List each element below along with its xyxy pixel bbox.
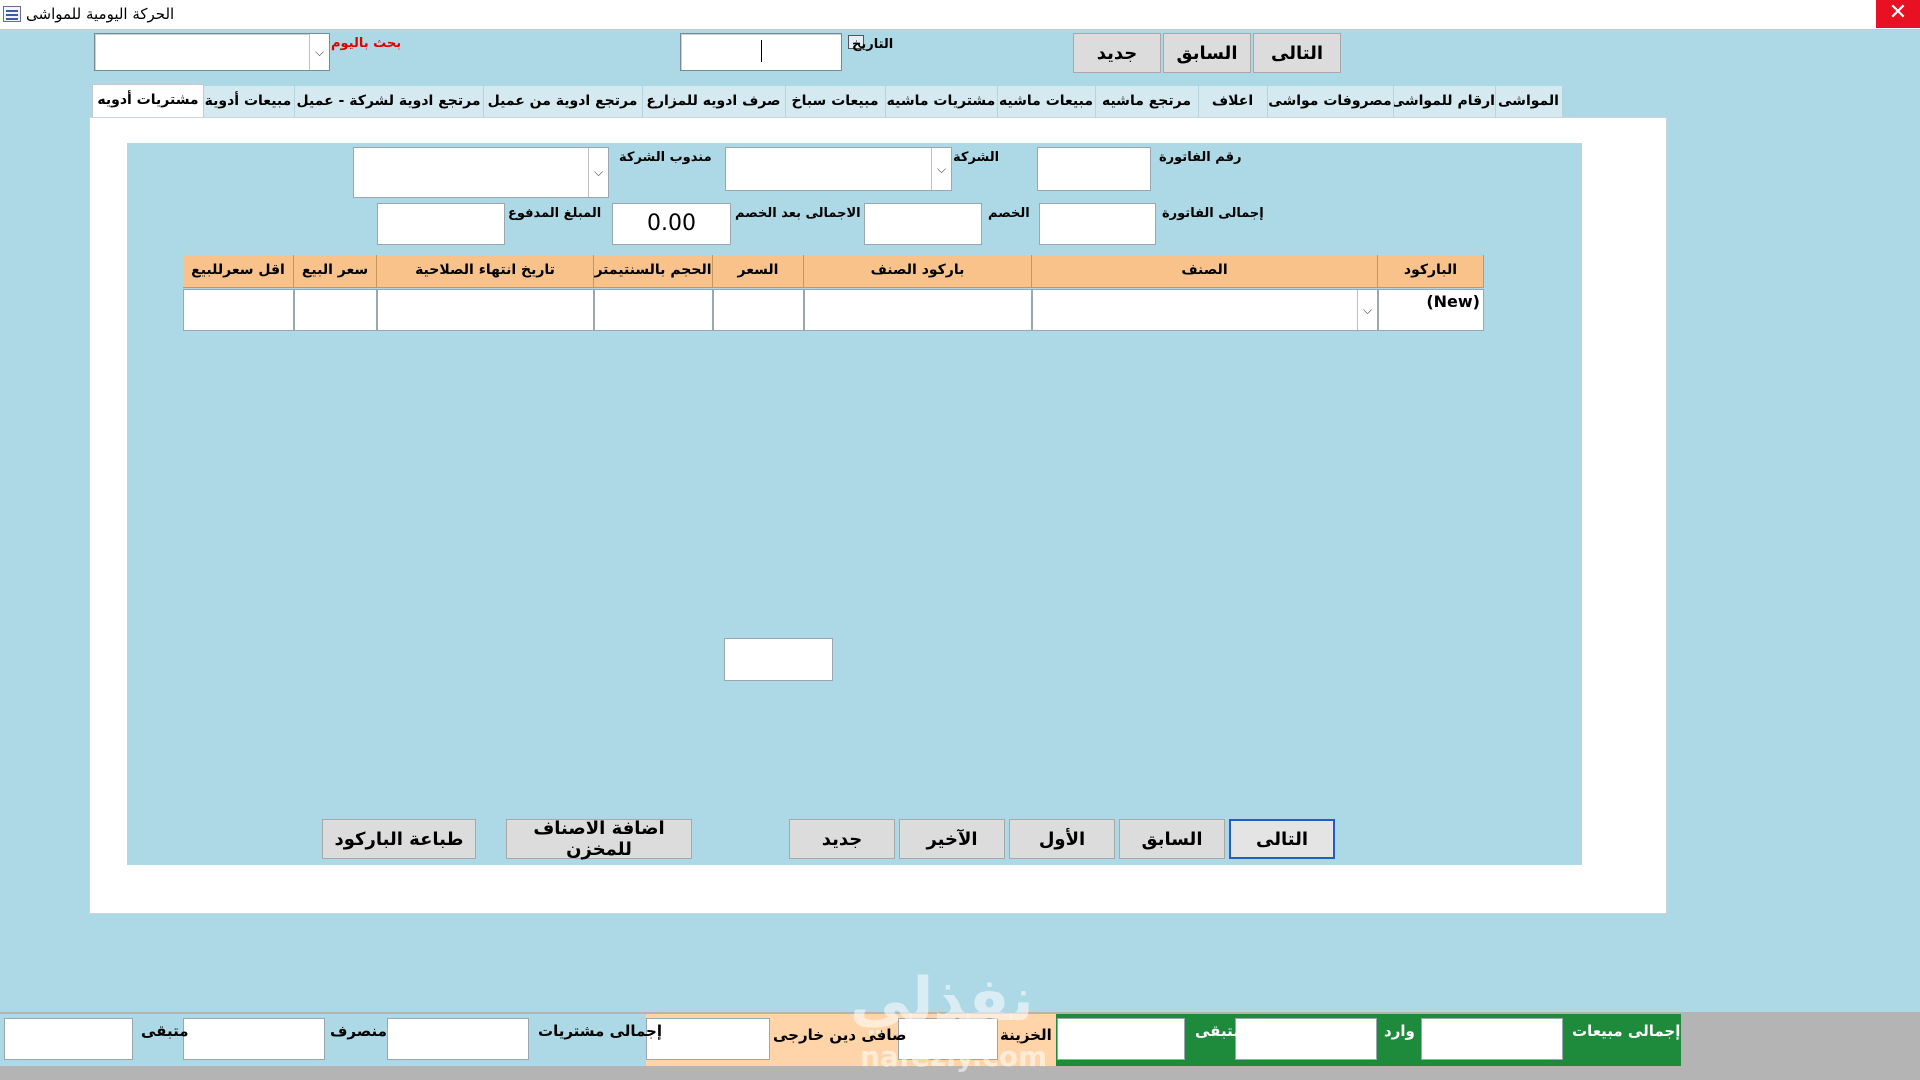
grid-col-item[interactable]: الصنف <box>1032 255 1378 288</box>
total-after-discount-field[interactable]: 0.00 <box>612 203 731 245</box>
total-sales-label: إجمالى مبيعات <box>1572 1022 1681 1040</box>
window-title: الحركة اليومية للمواشى <box>26 5 175 23</box>
chevron-down-icon[interactable]: ⌵ <box>931 148 951 190</box>
new-record-button[interactable]: جديد <box>789 819 895 859</box>
grid-col-size-cm[interactable]: الحجم بالسنتيمتر <box>594 255 713 288</box>
close-button[interactable]: ✕ <box>1876 0 1920 28</box>
tab-livestock[interactable]: المواشى <box>1495 86 1563 118</box>
external-debt-field[interactable] <box>646 1018 770 1060</box>
spent-field[interactable] <box>183 1018 325 1060</box>
grid-cell-item-barcode[interactable] <box>804 289 1032 331</box>
extra-text-box[interactable] <box>724 638 833 681</box>
company-rep-combo[interactable]: ⌵ <box>353 147 609 198</box>
header-new-button[interactable]: جديد <box>1073 33 1161 73</box>
total-after-discount-label: الاجمالى بعد الخصم <box>735 206 861 221</box>
grid-col-sale-price[interactable]: سعر البيع <box>294 255 377 288</box>
company-label: الشركة <box>953 150 1000 165</box>
total-purchases-label: إجمالى مشتريات <box>538 1022 663 1040</box>
text-cursor <box>761 40 762 62</box>
tab-livestock-sales[interactable]: مبيعات ماشيه <box>997 86 1096 118</box>
grid-col-item-barcode[interactable]: باركود الصنف <box>804 255 1032 288</box>
grid-cell-item[interactable]: ⌵ <box>1032 289 1378 331</box>
watermark-url: nafezly.com <box>860 1040 1048 1073</box>
search-day-combo[interactable]: ⌵ <box>94 33 330 71</box>
green-remaining-label: متبقى <box>1195 1022 1243 1040</box>
new-row-indicator[interactable]: (New) <box>1378 289 1484 331</box>
paid-amount-field[interactable] <box>377 203 505 245</box>
next-record-button[interactable]: التالى <box>1229 819 1335 859</box>
company-combo[interactable]: ⌵ <box>725 147 952 191</box>
grid-new-row: (New) ⌵ <box>183 289 1484 331</box>
incoming-field[interactable] <box>1235 1018 1377 1060</box>
tab-medicine-purchases[interactable]: مشتريات أدويه <box>92 84 204 119</box>
invoice-number-label: رقم الفاتورة <box>1159 150 1242 165</box>
paid-amount-label: المبلغ المدفوع <box>508 206 602 221</box>
total-sales-field[interactable] <box>1421 1018 1563 1060</box>
grid-col-barcode[interactable]: الباركود <box>1378 255 1484 288</box>
print-barcode-button[interactable]: طباعة الباركود <box>322 819 476 859</box>
tab-customer-medicine-returns[interactable]: مرتجع ادوية من عميل <box>483 86 643 118</box>
form-icon <box>3 6 21 22</box>
title-bar: الحركة اليومية للمواشى ✕ <box>0 0 1920 30</box>
discount-label: الخصم <box>988 206 1030 221</box>
grid-cell-expiry-date[interactable] <box>377 289 594 331</box>
add-to-store-button[interactable]: اضافة الاصناف للمخزن <box>506 818 692 860</box>
tab-farm-medicine-dispense[interactable]: صرف ادويه للمزارع <box>642 86 786 118</box>
chevron-down-icon[interactable]: ⌵ <box>1357 290 1377 330</box>
grid-col-expiry-date[interactable]: تاريخ انتهاء الصلاحية <box>377 255 594 288</box>
remaining-field[interactable] <box>4 1018 133 1060</box>
purchases-form-panel <box>127 143 1582 865</box>
date-field[interactable] <box>680 33 842 71</box>
chevron-down-icon[interactable]: ⌵ <box>588 148 608 197</box>
tab-livestock-numbers[interactable]: ارقام للمواشى <box>1391 86 1496 118</box>
tab-manure-sales[interactable]: مبيعات سباخ <box>785 86 886 118</box>
grid-cell-price[interactable] <box>713 289 804 331</box>
grid-col-price[interactable]: السعر <box>713 255 804 288</box>
invoice-total-field[interactable] <box>1039 203 1156 245</box>
grid-cell-size-cm[interactable] <box>594 289 713 331</box>
total-purchases-field[interactable] <box>387 1018 529 1060</box>
tab-livestock-purchases[interactable]: مشتريات ماشيه <box>885 86 998 118</box>
prev-record-button[interactable]: السابق <box>1119 819 1225 859</box>
header-prev-button[interactable]: السابق <box>1163 33 1251 73</box>
tab-strip: المواشى ارقام للمواشى مصروفات مواشى اعلا… <box>92 84 1563 119</box>
green-remaining-field[interactable] <box>1057 1018 1185 1060</box>
tab-medicine-sales[interactable]: مبيعات أدوية <box>202 86 295 118</box>
grid-col-min-sale-price[interactable]: اقل سعرللبيع <box>183 255 294 288</box>
incoming-label: وارد <box>1384 1022 1415 1040</box>
date-label: التاريخ <box>852 37 894 52</box>
first-record-button[interactable]: الأول <box>1009 819 1115 859</box>
tab-livestock-returns[interactable]: مرتجع ماشيه <box>1095 86 1199 118</box>
watermark-logo: نفذلي <box>850 965 1034 1035</box>
spent-label: منصرف <box>330 1022 387 1040</box>
discount-field[interactable] <box>864 203 982 245</box>
last-record-button[interactable]: الآخير <box>899 819 1005 859</box>
tab-livestock-expenses[interactable]: مصروفات مواشى <box>1267 86 1394 118</box>
items-grid: الباركود الصنف باركود الصنف السعر الحجم … <box>183 255 1484 288</box>
invoice-number-field[interactable] <box>1037 147 1151 191</box>
company-rep-label: مندوب الشركة <box>619 150 712 165</box>
tab-company-medicine-returns[interactable]: مرتجع ادوية لشركة - عميل <box>294 86 484 118</box>
invoice-total-label: إجمالى الفاتورة <box>1162 206 1264 221</box>
search-day-label: بحث باليوم <box>331 36 402 51</box>
chevron-down-icon[interactable]: ⌵ <box>309 34 329 70</box>
header-next-button[interactable]: التالى <box>1253 33 1341 73</box>
remaining-label: متبقى <box>141 1022 189 1040</box>
grid-cell-min-sale-price[interactable] <box>183 289 294 331</box>
grid-cell-sale-price[interactable] <box>294 289 377 331</box>
tab-feed[interactable]: اعلاف <box>1198 86 1268 118</box>
